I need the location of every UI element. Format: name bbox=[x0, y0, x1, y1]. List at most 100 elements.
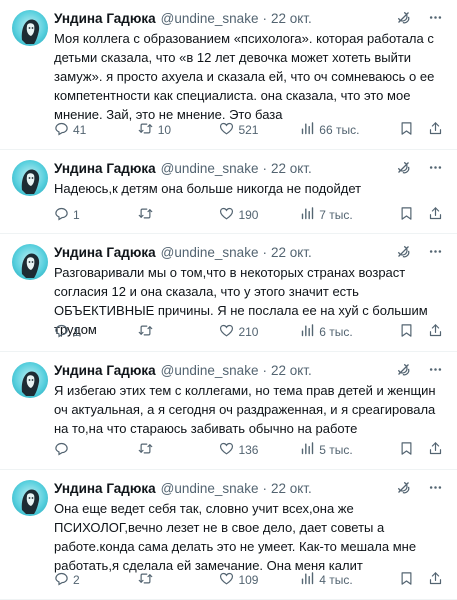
more-icon[interactable] bbox=[428, 10, 443, 25]
retweet-button[interactable]: 10 bbox=[137, 121, 220, 139]
author-name[interactable]: Ундина Гадюка bbox=[54, 245, 156, 260]
reply-count: 2 bbox=[73, 573, 80, 587]
grok-icon[interactable] bbox=[396, 10, 411, 25]
author-name[interactable]: Ундина Гадюка bbox=[54, 481, 156, 496]
bookmark-icon bbox=[399, 441, 414, 459]
share-icon bbox=[428, 441, 443, 459]
grok-icon[interactable] bbox=[396, 244, 411, 259]
grok-icon[interactable] bbox=[396, 480, 411, 495]
reply-icon bbox=[54, 441, 69, 459]
tweet-header: Ундина Гадюка @undine_snake · 22 окт. bbox=[54, 243, 312, 261]
views-icon bbox=[300, 571, 315, 589]
author-name[interactable]: Ундина Гадюка bbox=[54, 161, 156, 176]
views-button[interactable]: 6 тыс. bbox=[300, 323, 399, 341]
more-icon[interactable] bbox=[428, 244, 443, 259]
views-button[interactable]: 7 тыс. bbox=[300, 206, 399, 224]
reply-button[interactable]: 41 bbox=[54, 121, 137, 139]
tweet-time[interactable]: 22 окт. bbox=[271, 363, 312, 378]
like-icon bbox=[219, 206, 234, 224]
bookmark-button[interactable] bbox=[399, 441, 414, 459]
bookmark-button[interactable] bbox=[399, 206, 414, 224]
avatar[interactable] bbox=[12, 244, 48, 280]
reply-icon bbox=[54, 206, 69, 224]
share-button[interactable] bbox=[428, 441, 443, 459]
tweet-text: Моя коллега с образованием «психолога». … bbox=[54, 31, 435, 122]
views-count: 6 тыс. bbox=[319, 325, 353, 339]
grok-icon[interactable] bbox=[396, 160, 411, 175]
tweet-time[interactable]: 22 окт. bbox=[271, 481, 312, 496]
retweet-icon bbox=[137, 206, 154, 224]
tweet-time[interactable]: 22 окт. bbox=[271, 11, 312, 26]
more-icon[interactable] bbox=[428, 480, 443, 495]
tweet[interactable]: Ундина Гадюка @undine_snake · 22 окт. Ра… bbox=[0, 234, 457, 352]
tweet-actions: 1 210 6 тыс. bbox=[54, 323, 443, 341]
reply-icon bbox=[54, 323, 69, 341]
avatar[interactable] bbox=[12, 10, 48, 46]
like-button[interactable]: 210 bbox=[219, 323, 300, 341]
retweet-icon bbox=[137, 441, 154, 459]
reply-button[interactable] bbox=[54, 441, 137, 459]
views-icon bbox=[300, 121, 315, 139]
views-count: 4 тыс. bbox=[319, 573, 353, 587]
reply-button[interactable]: 1 bbox=[54, 323, 137, 341]
like-count: 136 bbox=[238, 443, 259, 457]
tweet-actions: 41 10 521 66 тыс. bbox=[54, 121, 443, 139]
like-count: 210 bbox=[238, 325, 259, 339]
like-button[interactable]: 521 bbox=[219, 121, 300, 139]
tweet-time[interactable]: 22 окт. bbox=[271, 161, 312, 176]
avatar[interactable] bbox=[12, 362, 48, 398]
more-icon[interactable] bbox=[428, 362, 443, 377]
share-button[interactable] bbox=[428, 206, 443, 224]
share-button[interactable] bbox=[428, 121, 443, 139]
views-button[interactable]: 4 тыс. bbox=[300, 571, 399, 589]
bookmark-button[interactable] bbox=[399, 323, 414, 341]
more-icon[interactable] bbox=[428, 160, 443, 175]
like-count: 109 bbox=[238, 573, 259, 587]
tweet[interactable]: Ундина Гадюка @undine_snake · 22 окт. На… bbox=[0, 150, 457, 234]
share-button[interactable] bbox=[428, 323, 443, 341]
like-icon bbox=[219, 441, 234, 459]
like-button[interactable]: 190 bbox=[219, 206, 300, 224]
retweet-button[interactable] bbox=[137, 206, 220, 224]
author-handle[interactable]: @undine_snake bbox=[161, 11, 259, 26]
retweet-icon bbox=[137, 121, 154, 139]
retweet-button[interactable] bbox=[137, 323, 220, 341]
retweet-button[interactable] bbox=[137, 441, 220, 459]
bookmark-button[interactable] bbox=[399, 121, 414, 139]
tweet-actions: 136 5 тыс. bbox=[54, 441, 443, 459]
reply-button[interactable]: 1 bbox=[54, 206, 137, 224]
author-handle[interactable]: @undine_snake bbox=[161, 245, 259, 260]
tweet[interactable]: Ундина Гадюка @undine_snake · 22 окт. Я … bbox=[0, 352, 457, 470]
bookmark-button[interactable] bbox=[399, 571, 414, 589]
author-handle[interactable]: @undine_snake bbox=[161, 161, 259, 176]
bookmark-icon bbox=[399, 571, 414, 589]
avatar[interactable] bbox=[12, 160, 48, 196]
like-icon bbox=[219, 323, 234, 341]
separator: · bbox=[262, 362, 267, 378]
views-button[interactable]: 5 тыс. bbox=[300, 441, 399, 459]
author-handle[interactable]: @undine_snake bbox=[161, 363, 259, 378]
author-handle[interactable]: @undine_snake bbox=[161, 481, 259, 496]
retweet-button[interactable] bbox=[137, 571, 220, 589]
tweet-text: Надеюсь,к детям она больше никогда не по… bbox=[54, 181, 362, 196]
share-icon bbox=[428, 121, 443, 139]
tweet[interactable]: Ундина Гадюка @undine_snake · 22 окт. Мо… bbox=[0, 0, 457, 150]
tweet[interactable]: Ундина Гадюка @undine_snake · 22 окт. Он… bbox=[0, 470, 457, 600]
tweet-header: Ундина Гадюка @undine_snake · 22 окт. bbox=[54, 479, 312, 497]
tweet-time[interactable]: 22 окт. bbox=[271, 245, 312, 260]
like-button[interactable]: 109 bbox=[219, 571, 300, 589]
share-icon bbox=[428, 571, 443, 589]
views-button[interactable]: 66 тыс. bbox=[300, 121, 399, 139]
reply-button[interactable]: 2 bbox=[54, 571, 137, 589]
views-count: 5 тыс. bbox=[319, 443, 353, 457]
like-button[interactable]: 136 bbox=[219, 441, 300, 459]
author-name[interactable]: Ундина Гадюка bbox=[54, 11, 156, 26]
retweet-count: 10 bbox=[157, 123, 172, 137]
reply-count: 1 bbox=[73, 325, 80, 339]
bookmark-icon bbox=[399, 121, 414, 139]
tweet-header: Ундина Гадюка @undine_snake · 22 окт. bbox=[54, 9, 312, 27]
grok-icon[interactable] bbox=[396, 362, 411, 377]
author-name[interactable]: Ундина Гадюка bbox=[54, 363, 156, 378]
avatar[interactable] bbox=[12, 480, 48, 516]
share-button[interactable] bbox=[428, 571, 443, 589]
